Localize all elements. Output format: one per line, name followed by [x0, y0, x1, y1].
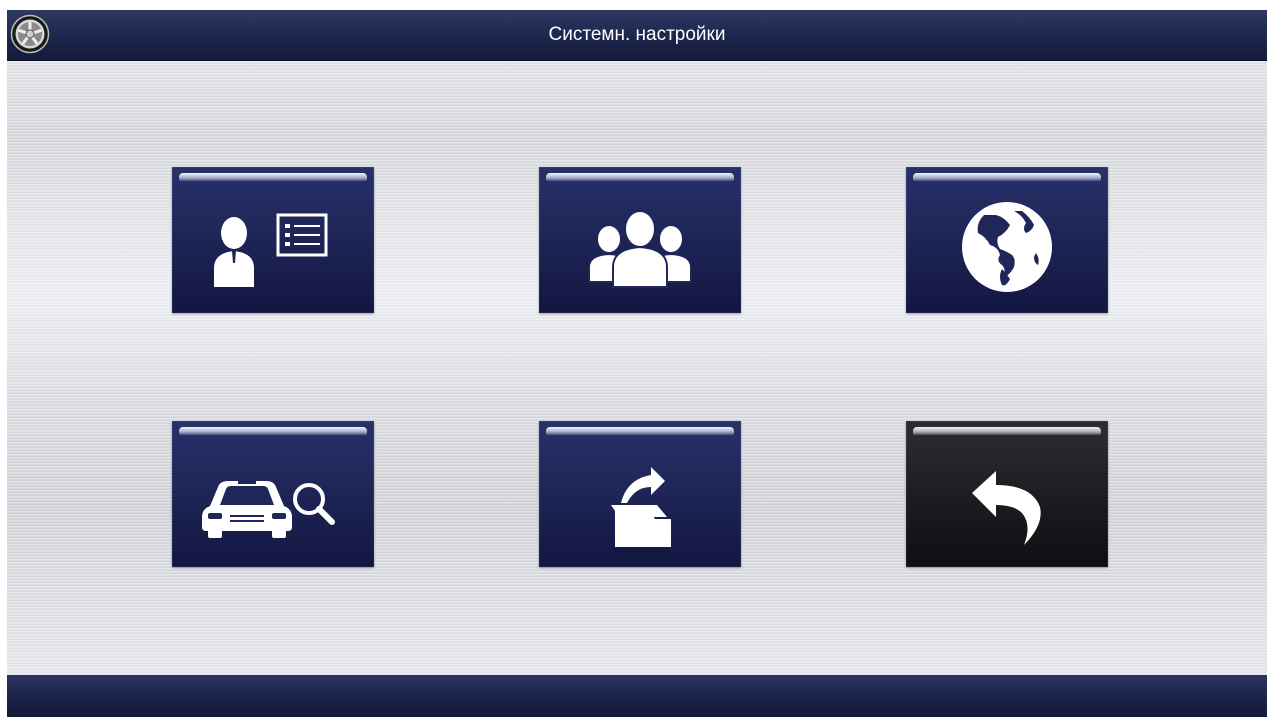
back-arrow-icon [972, 471, 1041, 545]
globe-icon [962, 202, 1052, 292]
folder-export-icon [611, 467, 671, 547]
page-title: Системн. настройки [548, 24, 726, 45]
user-group-tile[interactable] [539, 167, 741, 313]
system-settings-screen: Системн. настройки [7, 10, 1267, 717]
vehicle-search-tile[interactable] [172, 421, 374, 567]
user-group-icon [588, 210, 692, 288]
title-bar: Системн. настройки [7, 10, 1267, 61]
language-tile[interactable] [906, 167, 1108, 313]
user-card-icon [214, 213, 328, 287]
bottom-bar [7, 675, 1267, 717]
user-profile-tile[interactable] [172, 167, 374, 313]
export-files-tile[interactable] [539, 421, 741, 567]
car-search-icon [202, 481, 335, 538]
back-tile[interactable] [906, 421, 1108, 567]
